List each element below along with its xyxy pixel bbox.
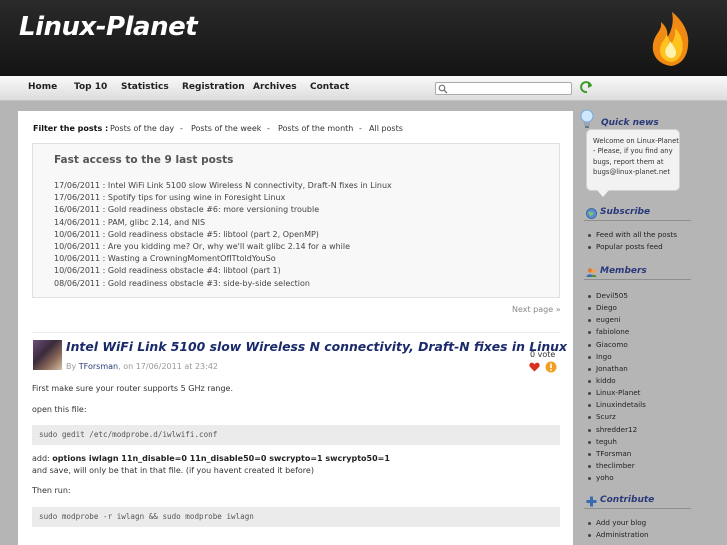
fast-access-link[interactable]: 10/06/2011 : Wasting a CrowningMomentOfI… [54, 253, 392, 265]
filter-separator: - [267, 124, 270, 133]
administration-link[interactable]: Administration [587, 530, 649, 542]
search-input[interactable] [435, 82, 572, 95]
member-link[interactable]: Linuxindetails [587, 400, 646, 412]
report-icon[interactable] [545, 361, 557, 373]
fast-access-link[interactable]: 14/06/2011 : PAM, glibc 2.14, and NIS [54, 217, 392, 229]
search-icon [438, 84, 448, 94]
add-blog-link[interactable]: Add your blog [587, 518, 649, 530]
main-navbar: Home Top 10 Statistics Registration Arch… [0, 76, 727, 101]
fast-access-link[interactable]: 10/06/2011 : Are you kidding me? Or, why… [54, 241, 392, 253]
post-title[interactable]: Intel WiFi Link 5100 slow Wireless N con… [66, 339, 567, 354]
fast-access-link[interactable]: 17/06/2011 : Spotify tips for using wine… [54, 192, 392, 204]
members-heading: Members [584, 266, 691, 280]
filter-day-link[interactable]: Posts of the day [110, 124, 174, 133]
member-link[interactable]: yoho [587, 473, 646, 485]
member-link[interactable]: Giacomo [587, 340, 646, 352]
post-paragraph: open this file: [32, 405, 87, 414]
subscribe-heading: Subscribe [584, 207, 691, 221]
site-title[interactable]: Linux-Planet [19, 12, 198, 42]
post-paragraph: First make sure your router supports 5 G… [32, 384, 234, 393]
subscribe-title: Subscribe [600, 207, 651, 217]
vote-count: 0 vote [530, 350, 556, 359]
post-meta: By TForsman, on 17/06/2011 at 23:42 [66, 362, 218, 371]
member-link[interactable]: eugeni [587, 315, 646, 327]
users-icon [586, 268, 597, 277]
contribute-heading: Contribute [584, 495, 691, 509]
options-line: options iwlagn 11n_disable=0 11n_disable… [52, 454, 390, 463]
post-paragraph: Then run: [32, 486, 71, 495]
fast-access-list: 17/06/2011 : Intel WiFi Link 5100 slow W… [54, 180, 392, 290]
contribute-list: Add your blog Administration [587, 518, 649, 542]
member-link[interactable]: Ingo [587, 352, 646, 364]
filter-week-link[interactable]: Posts of the week [191, 124, 261, 133]
lightbulb-icon [580, 109, 594, 128]
member-link[interactable]: kiddo [587, 376, 646, 388]
filter-label: Filter the posts : [33, 124, 109, 133]
members-list: Devil505 Diego eugeni fabiolone Giacomo … [587, 291, 646, 485]
code-block: sudo modprobe -r iwlagn && sudo modprobe… [32, 507, 560, 527]
filter-separator: - [180, 124, 183, 133]
subscribe-list: Feed with all the posts Popular posts fe… [587, 230, 677, 254]
quick-news-text: Welcome on Linux-Planet - Please, if you… [593, 137, 679, 176]
code-text: sudo modprobe -r iwlagn && sudo modprobe… [39, 512, 254, 521]
quick-news-bubble: Welcome on Linux-Planet - Please, if you… [586, 129, 680, 197]
heart-vote-icon[interactable] [529, 362, 540, 372]
nav-statistics[interactable]: Statistics [121, 82, 169, 92]
plus-icon [586, 496, 597, 507]
member-link[interactable]: teguh [587, 437, 646, 449]
fast-access-link[interactable]: 17/06/2011 : Intel WiFi Link 5100 slow W… [54, 180, 392, 192]
member-link[interactable]: theclimber [587, 461, 646, 473]
fast-access-link[interactable]: 10/06/2011 : Gold readiness obstacle #5:… [54, 229, 392, 241]
site-header: Linux-Planet [0, 0, 727, 76]
member-link[interactable]: Diego [587, 303, 646, 315]
code-block: sudo gedit /etc/modprobe.d/iwlwifi.conf [32, 425, 560, 445]
nav-registration[interactable]: Registration [182, 82, 245, 92]
member-link[interactable]: shredder12 [587, 425, 646, 437]
members-title: Members [600, 266, 647, 276]
filter-month-link[interactable]: Posts of the month [278, 124, 353, 133]
member-link[interactable]: Jonathan [587, 364, 646, 376]
member-link[interactable]: Devil505 [587, 291, 646, 303]
fast-access-box: Fast access to the 9 last posts 17/06/20… [32, 143, 560, 298]
fast-access-link[interactable]: 08/06/2011 : Gold readiness obstacle #3:… [54, 278, 392, 290]
subscribe-feed-link[interactable]: Popular posts feed [587, 242, 677, 254]
nav-contact[interactable]: Contact [310, 82, 349, 92]
search-go-icon[interactable] [580, 80, 594, 94]
sidebar: Quick news Welcome on Linux-Planet - Ple… [576, 109, 727, 545]
author-avatar[interactable] [33, 340, 62, 370]
nav-home[interactable]: Home [28, 82, 57, 92]
globe-icon [586, 208, 597, 219]
filter-bar: Filter the posts : Posts of the day - Po… [18, 111, 573, 137]
post-by-label: By [66, 362, 77, 371]
fast-access-title: Fast access to the 9 last posts [54, 154, 234, 166]
main-content: Filter the posts : Posts of the day - Po… [18, 111, 573, 545]
post-author-link[interactable]: TForsman [79, 362, 118, 371]
nav-top10[interactable]: Top 10 [74, 82, 107, 92]
add-label: add: [32, 454, 53, 463]
member-link[interactable]: fabiolone [587, 327, 646, 339]
filter-separator: - [359, 124, 362, 133]
quick-news-title: Quick news [601, 118, 659, 128]
nav-archives[interactable]: Archives [253, 82, 297, 92]
member-link[interactable]: TForsman [587, 449, 646, 461]
divider [32, 332, 560, 333]
flame-logo-icon [652, 12, 689, 66]
post-paragraph: and save, will only be that in that file… [32, 466, 314, 475]
subscribe-feed-link[interactable]: Feed with all the posts [587, 230, 677, 242]
fast-access-link[interactable]: 10/06/2011 : Gold readiness obstacle #4:… [54, 265, 392, 277]
contribute-title: Contribute [600, 495, 655, 505]
member-link[interactable]: Scurz [587, 412, 646, 424]
member-link[interactable]: Linux-Planet [587, 388, 646, 400]
post-date: , on 17/06/2011 at 23:42 [118, 362, 218, 371]
next-page-link[interactable]: Next page » [512, 305, 561, 314]
filter-all-link[interactable]: All posts [369, 124, 403, 133]
fast-access-link[interactable]: 16/06/2011 : Gold readiness obstacle #6:… [54, 204, 392, 216]
code-text: sudo gedit /etc/modprobe.d/iwlwifi.conf [39, 430, 218, 439]
post-paragraph: add: options iwlagn 11n_disable=0 11n_di… [32, 454, 390, 463]
